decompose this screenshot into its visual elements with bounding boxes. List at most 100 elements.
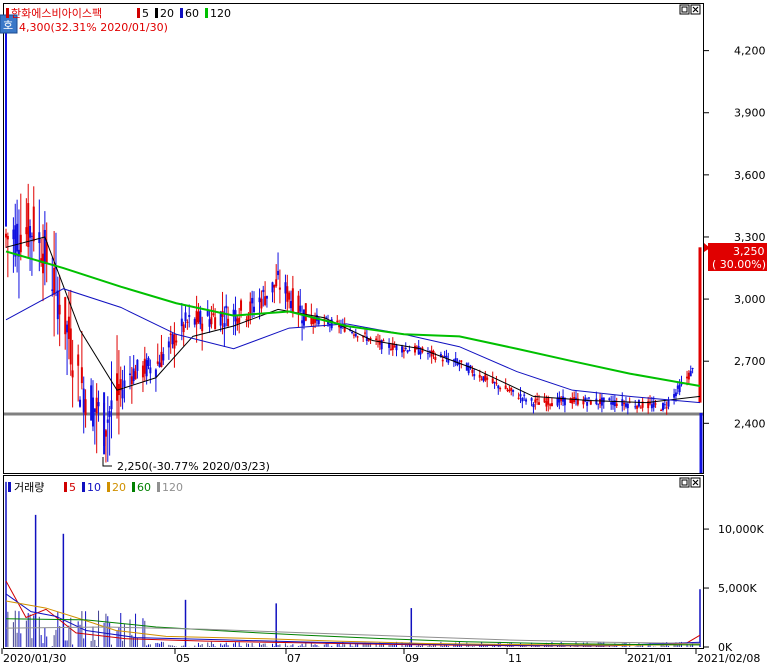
candle-body	[290, 300, 293, 309]
price-tick-label: 4,200	[734, 45, 766, 58]
candle-body	[210, 317, 213, 325]
candle-body	[214, 317, 217, 330]
candle-body	[521, 397, 524, 402]
candle-body	[110, 400, 113, 410]
candle-body	[499, 388, 502, 390]
candle-body	[5, 233, 7, 238]
candle-last	[698, 247, 702, 403]
candle-body	[158, 362, 161, 368]
legend-swatch-ma20	[155, 8, 158, 18]
candle-body	[491, 378, 494, 384]
candle-body	[404, 347, 407, 349]
candle-body	[586, 401, 589, 406]
candle-body	[402, 349, 405, 352]
candle-body	[691, 368, 694, 370]
vol-legend-label-ma10: 10	[87, 481, 101, 494]
candle-body	[610, 402, 613, 405]
candle-body	[602, 397, 605, 403]
candle-body	[600, 397, 603, 406]
volume-maximize-button[interactable]	[679, 477, 690, 488]
high-annotation: 4,300(32.31% 2020/01/30)	[19, 21, 168, 34]
candle-body	[426, 353, 429, 355]
x-axis-label: 2021/02/08	[697, 652, 760, 664]
candle-body	[32, 206, 35, 242]
candle-body	[91, 397, 94, 427]
candle-body	[595, 398, 598, 405]
volume-close-button[interactable]	[690, 477, 701, 488]
vol-legend-swatch-ma60	[132, 482, 135, 492]
candle-body	[53, 268, 56, 295]
legend-label-ma5: 5	[142, 7, 149, 20]
candle-body	[395, 344, 398, 351]
candle-body	[149, 367, 152, 374]
candle-body	[6, 235, 9, 240]
candle-body	[608, 398, 611, 400]
candle-body	[171, 334, 174, 345]
candle-body	[401, 346, 404, 353]
candle-body	[484, 374, 487, 381]
candle-body	[495, 382, 498, 384]
candle-body	[182, 324, 185, 333]
candle-body	[473, 374, 476, 377]
candle-body	[406, 350, 409, 353]
candle-body	[71, 370, 74, 378]
candle-body	[79, 399, 82, 407]
candle-body	[443, 355, 446, 357]
candle-body	[301, 320, 304, 324]
candle-body	[141, 365, 144, 378]
x-axis-label: 05	[176, 652, 190, 664]
volume-title: 거래량	[14, 481, 44, 494]
candle-body	[25, 227, 28, 235]
candle-body	[556, 397, 559, 406]
candle-body	[636, 405, 639, 409]
candle-body	[686, 376, 689, 379]
candle-body	[252, 306, 255, 313]
candle-body	[104, 430, 107, 437]
price-maximize-button[interactable]	[679, 4, 690, 15]
candle-body	[160, 351, 163, 367]
vol-legend-label-ma5: 5	[69, 481, 76, 494]
candle-body	[393, 346, 396, 348]
candle-body	[236, 318, 239, 325]
candle-body	[471, 369, 474, 373]
candle-body	[623, 402, 626, 405]
candle-body	[534, 399, 537, 403]
candle-body	[93, 408, 96, 412]
candle-body	[67, 316, 70, 340]
candle-body	[312, 318, 315, 325]
candle-body	[543, 398, 546, 403]
candle-body	[575, 397, 578, 399]
current-change: ( 30.00%)	[712, 258, 766, 271]
candle-body	[121, 389, 124, 399]
candle-body	[136, 359, 139, 371]
candle-body	[504, 385, 507, 390]
vol-legend-label-ma20: 20	[112, 481, 126, 494]
candle-body	[689, 370, 692, 377]
legend-label-ma20: 20	[160, 7, 174, 20]
vol-legend-swatch-ma20	[107, 482, 110, 492]
candle-body	[273, 284, 276, 288]
candle-body	[128, 373, 131, 376]
candle-body	[536, 398, 539, 400]
candle-body	[508, 389, 511, 392]
vol-legend-label-ma120: 120	[162, 481, 183, 494]
candle-body	[661, 403, 664, 411]
legend-swatch-ma5	[137, 8, 140, 18]
candle-body	[175, 340, 178, 343]
price-y-axis: 4,200 3,900 3,600 3,300 3,000 2,700 2,400	[704, 45, 766, 430]
candle-body	[389, 348, 392, 350]
stock-name: 한화에스비아이스팩	[11, 7, 102, 20]
vol-legend-swatch-ma5	[64, 482, 67, 492]
price-close-button[interactable]	[690, 4, 701, 15]
candle-body	[621, 399, 624, 406]
candle-body	[352, 334, 355, 336]
candle-body	[413, 345, 416, 353]
candle-body	[180, 318, 183, 327]
vol-legend-swatch-ma120	[157, 482, 160, 492]
candle-body	[95, 397, 98, 414]
candle-body	[12, 229, 15, 240]
candle-body	[134, 371, 137, 380]
candle-body	[615, 403, 618, 406]
candle-body	[302, 309, 305, 326]
candle-body	[77, 354, 80, 366]
